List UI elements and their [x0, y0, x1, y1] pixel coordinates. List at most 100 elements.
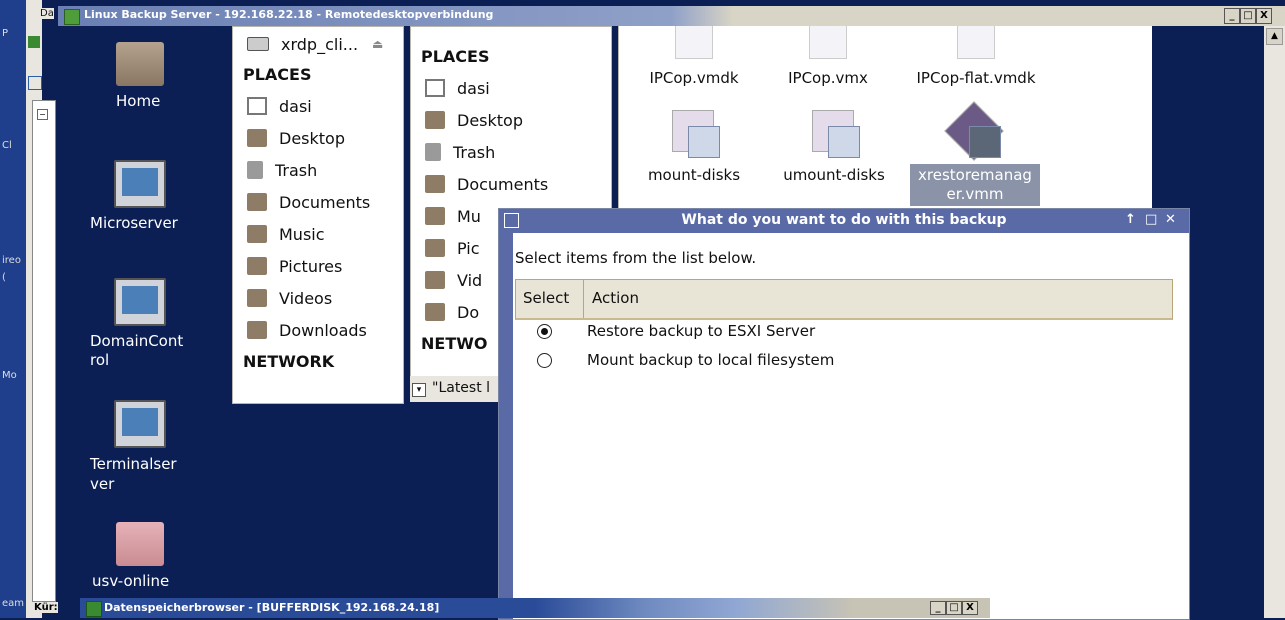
music-folder-icon	[247, 225, 267, 243]
desktop-icon-microserver[interactable]: Microserver	[90, 160, 210, 232]
sidebar-item-documents[interactable]: Documents	[411, 168, 611, 200]
collapse-icon[interactable]: −	[37, 109, 48, 120]
maximize-icon[interactable]: □	[1145, 212, 1157, 227]
option-label: Restore backup to ESXI Server	[587, 322, 816, 340]
sidebar-item-label: Do	[457, 302, 480, 322]
maximize-button[interactable]: □	[946, 601, 962, 615]
music-folder-icon	[425, 207, 445, 225]
sidebar-item-label: Trash	[275, 160, 318, 180]
eject-icon[interactable]: ⏏	[372, 37, 383, 51]
sidebar-item-pictures[interactable]: Pictures	[233, 250, 403, 282]
rdp-app-icon	[64, 9, 80, 25]
desktop-icon-usv-online[interactable]: usv-online	[90, 522, 210, 590]
maximize-button[interactable]: □	[1240, 8, 1256, 24]
sidebar-item-documents[interactable]: Documents	[233, 186, 403, 218]
file-icon	[957, 26, 995, 59]
file-label: IPCop.vmdk	[649, 69, 739, 87]
desktop-icon-label: DomainCont rol	[90, 332, 184, 369]
computer-icon	[114, 400, 166, 448]
home-icon	[247, 97, 267, 115]
window-title: Datenspeicherbrowser - [BUFFERDISK_192.1…	[104, 601, 440, 614]
sidebar-item-label: dasi	[279, 96, 312, 116]
sidebar-item-label: dasi	[457, 78, 490, 98]
scroll-up-icon[interactable]: ▲	[1266, 28, 1283, 45]
vertical-scrollbar[interactable]: ▲	[1264, 26, 1285, 618]
desktop-folder-icon	[247, 129, 267, 147]
column-header-action[interactable]: Action	[592, 289, 639, 307]
column-header-select[interactable]: Select	[523, 289, 569, 307]
desktop-icon-domaincontrol[interactable]: DomainCont rol	[90, 278, 210, 370]
sidebar-item-drive[interactable]: xrdp_cli... ⏏	[233, 27, 403, 61]
minimize-button[interactable]: _	[1224, 8, 1240, 24]
host-datastore-browser-titlebar[interactable]: Datenspeicherbrowser - [BUFFERDISK_192.1…	[80, 598, 990, 618]
downloads-folder-icon	[425, 303, 445, 321]
file-item[interactable]: IPCop-flat.vmdk	[908, 26, 1044, 87]
list-item[interactable]: Mount backup to local filesystem	[537, 351, 834, 369]
network-header: NETWORK	[243, 352, 335, 371]
file-label: mount-disks	[647, 166, 741, 184]
close-button[interactable]: X	[962, 601, 978, 615]
app-icon	[86, 601, 102, 617]
pictures-folder-icon	[425, 239, 445, 257]
file-label: IPCop.vmx	[788, 69, 868, 87]
file-view: IPCop.vmdk IPCop.vmx IPCop-flat.vmdk mou…	[618, 26, 1152, 211]
sidebar-item-trash[interactable]: Trash	[411, 136, 611, 168]
file-item-selected[interactable]: xrestoremanag er.vmm	[910, 101, 1040, 206]
sidebar-item-downloads[interactable]: Downloads	[233, 314, 403, 346]
list-item[interactable]: Restore backup to ESXI Server	[537, 322, 815, 340]
sidebar-item-dasi[interactable]: dasi	[411, 72, 611, 104]
file-item[interactable]: IPCop.vmx	[778, 26, 878, 87]
sidebar-item-label: Trash	[453, 142, 496, 162]
desktop-folder-icon	[425, 111, 445, 129]
minimize-button[interactable]: _	[930, 601, 946, 615]
file-label: umount-disks	[783, 166, 885, 184]
file-item[interactable]: IPCop.vmdk	[638, 26, 750, 87]
column-divider[interactable]	[583, 280, 584, 318]
dialog-titlebar[interactable]: What do you want to do with this backup …	[499, 209, 1189, 233]
sidebar-item-desktop[interactable]: Desktop	[411, 104, 611, 136]
backup-action-dialog: What do you want to do with this backup …	[498, 208, 1190, 620]
host-label: (	[2, 272, 6, 283]
close-button[interactable]: X	[1256, 8, 1272, 24]
documents-folder-icon	[425, 175, 445, 193]
host-app-icon[interactable]	[28, 36, 40, 48]
sidebar-item-music[interactable]: Music	[233, 218, 403, 250]
sidebar-item-dasi[interactable]: dasi	[233, 90, 403, 122]
file-label: IPCop-flat.vmdk	[916, 69, 1036, 87]
desktop-icon-terminalserver[interactable]: Terminalser ver	[90, 400, 210, 494]
rdp-titlebar[interactable]: Da Linux Backup Server - 192.168.22.18 -…	[40, 6, 1285, 26]
trash-icon	[425, 143, 441, 161]
radio-unselected[interactable]	[537, 352, 552, 368]
host-tree-panel: −	[32, 100, 56, 602]
dialog-title: What do you want to do with this backup	[681, 212, 1007, 228]
sidebar-item-label: xrdp_cli...	[281, 34, 359, 54]
desktop-icon-home[interactable]: Home	[90, 42, 210, 110]
file-icon	[675, 26, 713, 59]
host-kur-label: Kür:	[34, 602, 58, 613]
radio-selected[interactable]	[537, 323, 552, 339]
script-icon	[808, 108, 860, 160]
sidebar-item-trash[interactable]: Trash	[233, 154, 403, 186]
sidebar-item-desktop[interactable]: Desktop	[233, 122, 403, 154]
documents-folder-icon	[247, 193, 267, 211]
sidebar-item-videos[interactable]: Videos	[233, 282, 403, 314]
file-label: xrestoremanag er.vmm	[910, 164, 1040, 206]
videos-folder-icon	[425, 271, 445, 289]
pictures-folder-icon	[247, 257, 267, 275]
path-bar[interactable]: ▾ "Latest l	[410, 376, 510, 402]
file-item[interactable]: umount-disks	[778, 108, 890, 184]
computer-icon	[114, 160, 166, 208]
dialog-instruction: Select items from the list below.	[515, 249, 757, 267]
sidebar-item-label: Documents	[279, 192, 371, 212]
sidebar-item-label: Desktop	[279, 128, 345, 148]
file-manager-sidebar: xrdp_cli... ⏏ PLACES dasi Desktop Trash …	[232, 26, 404, 404]
pin-icon[interactable]: ↑	[1125, 212, 1136, 227]
file-item[interactable]: mount-disks	[638, 108, 750, 184]
sidebar-item-label: Music	[279, 224, 325, 244]
dropdown-icon[interactable]: ▾	[412, 383, 426, 397]
downloads-folder-icon	[247, 321, 267, 339]
close-icon[interactable]: ✕	[1165, 212, 1176, 227]
host-label: eam	[2, 598, 25, 609]
host-lock-icon[interactable]	[28, 76, 42, 90]
desktop-icon-label: Microserver	[90, 214, 178, 232]
